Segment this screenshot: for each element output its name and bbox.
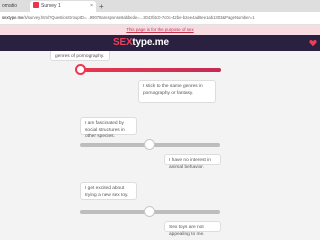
question-left-statement: I get excited about trying a new sex toy… xyxy=(80,182,137,200)
new-tab-button[interactable]: + xyxy=(99,1,107,12)
statement-text: I am fascinated by social structures in … xyxy=(85,121,125,139)
logo-rest: type.me xyxy=(132,37,169,48)
question-right-statement: Sex toys are not appealing to me. xyxy=(164,221,221,237)
slider-handle[interactable] xyxy=(144,139,155,150)
tab-label: Survey 1 xyxy=(41,3,61,9)
statement-text: Sex toys are not appealing to me. xyxy=(169,225,205,237)
statement-text: I stick to the same genres in pornograph… xyxy=(143,84,203,96)
site-logo[interactable]: SEXtype.me xyxy=(113,37,169,49)
browser-tab-bar: omatio Survey 1 × + xyxy=(0,0,320,12)
question-right-statement: I have no interest in animal behavior. xyxy=(164,154,221,170)
slider-handle[interactable] xyxy=(75,64,86,75)
sextype-favicon-icon xyxy=(33,2,39,9)
statement-text: I get excited about trying a new sex toy… xyxy=(85,186,129,198)
question-left-statement: genres of pornography. xyxy=(50,51,110,61)
url-path: /s/survey.html?QuestionGroupID=...99078a… xyxy=(23,15,255,20)
logo-sex: SEX xyxy=(113,37,133,48)
slider-handle[interactable] xyxy=(144,206,155,217)
question-slider-track[interactable] xyxy=(80,139,220,150)
tab-label: omatio xyxy=(2,3,18,9)
url-text[interactable]: sextype.me/s/survey.html?QuestionGroupID… xyxy=(2,14,302,22)
banner-link[interactable]: This page is for the purpose of sex xyxy=(126,27,193,32)
question-slider-track[interactable] xyxy=(80,206,220,217)
question-right-statement: I stick to the same genres in pornograph… xyxy=(138,80,216,103)
browser-tab-previous[interactable]: omatio xyxy=(0,1,24,12)
url-domain: sextype.me xyxy=(2,15,24,20)
close-tab-icon[interactable]: × xyxy=(90,1,93,12)
question-slider-track[interactable] xyxy=(75,64,221,75)
heart-icon[interactable] xyxy=(309,39,317,47)
address-bar[interactable]: sextype.me/s/survey.html?QuestionGroupID… xyxy=(0,12,320,25)
site-navbar: SEXtype.me xyxy=(0,35,320,51)
statement-text: genres of pornography. xyxy=(55,54,105,59)
survey-content: genres of pornography. I stick to the sa… xyxy=(0,51,320,240)
slider-fill xyxy=(80,68,221,72)
info-banner: This page is for the purpose of sex xyxy=(0,25,320,35)
question-left-statement: I am fascinated by social structures in … xyxy=(80,117,137,139)
browser-tab-survey[interactable]: Survey 1 × xyxy=(30,1,96,12)
statement-text: I have no interest in animal behavior. xyxy=(169,158,211,170)
